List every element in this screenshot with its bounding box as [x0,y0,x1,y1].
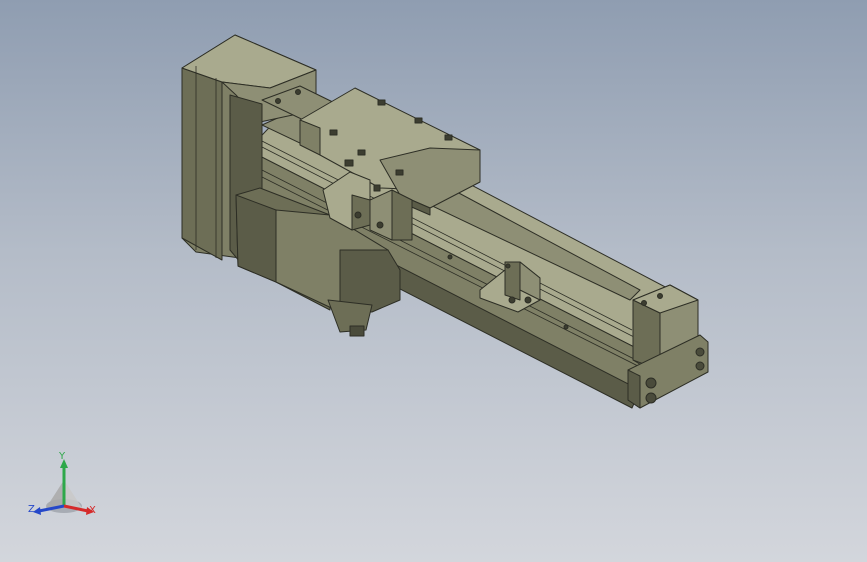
y-axis-label: Y [59,451,66,462]
x-axis-label: X [89,505,96,516]
cad-viewport[interactable]: Y Z X [0,0,867,562]
orientation-triad[interactable]: Y Z X [28,450,103,522]
actuator-model[interactable] [0,0,867,562]
end-block [627,284,709,409]
z-axis-label: Z [28,504,35,515]
